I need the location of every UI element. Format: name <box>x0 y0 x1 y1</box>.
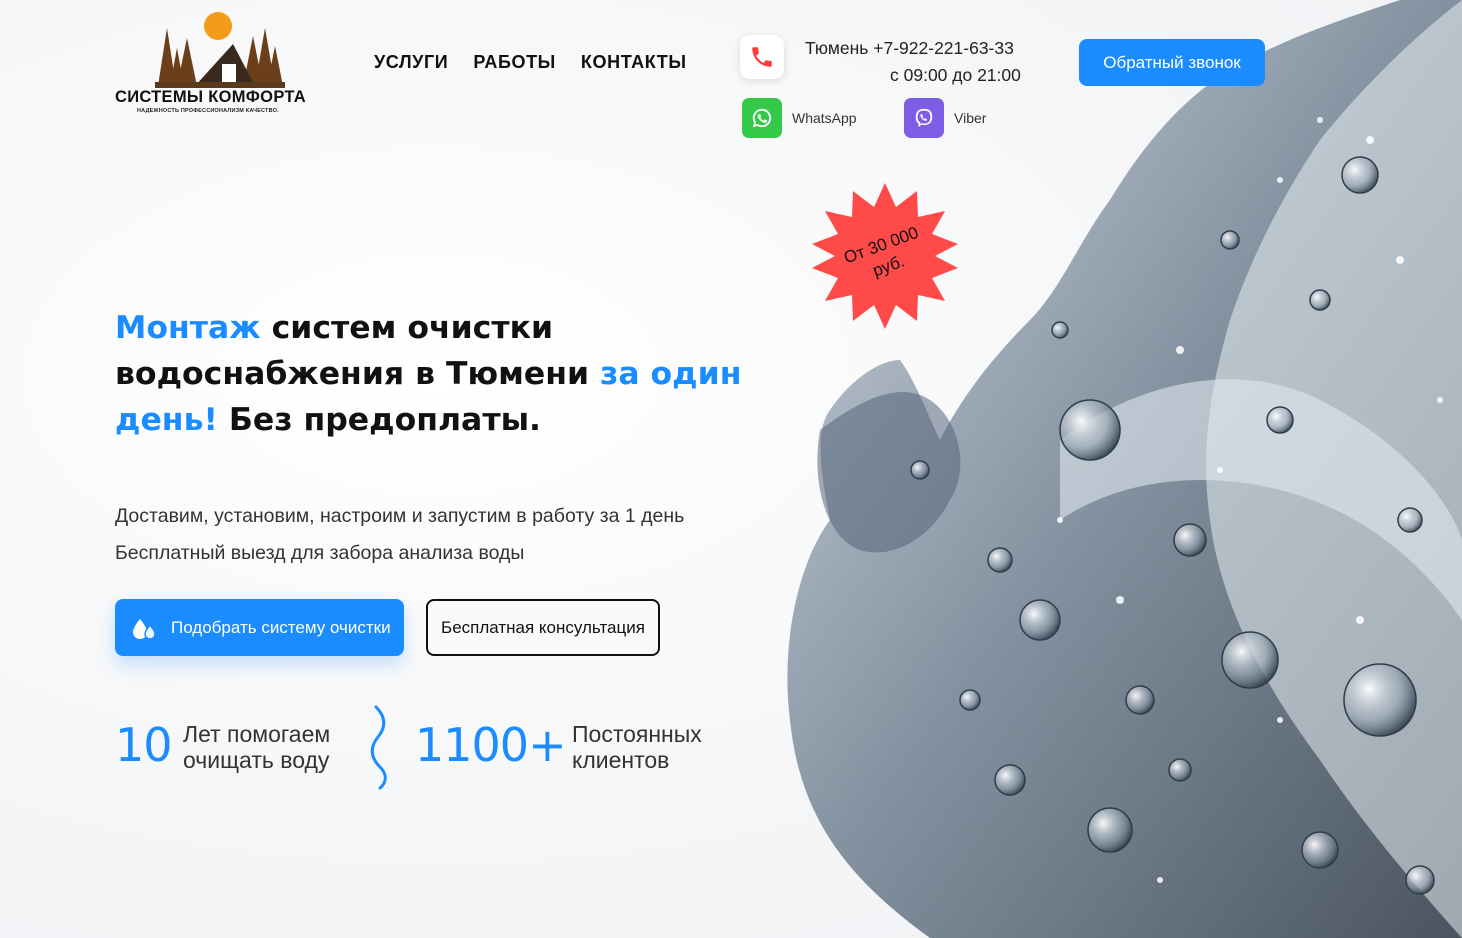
viber-label: Viber <box>954 110 987 126</box>
nav-item-services[interactable]: УСЛУГИ <box>374 52 448 73</box>
headline-text-2: Без предоплаты. <box>217 402 542 438</box>
stat-clients-value: 1100+ <box>415 718 567 772</box>
hero-description-1: Доставим, установим, настроим и запустим… <box>115 505 685 527</box>
select-system-button[interactable]: Подобрать систему очистки <box>115 599 404 656</box>
stat-years-value: 10 <box>115 718 173 772</box>
viber-link[interactable]: Viber <box>904 98 986 138</box>
squiggle-divider <box>370 705 387 790</box>
stat-clients-label: Постоянных клиентов <box>572 721 702 773</box>
free-consultation-button[interactable]: Бесплатная консультация <box>426 599 660 656</box>
landing-page: СИСТЕМЫ КОМФОРТА НАДЕЖНОСТЬ ПРОФЕССИОНАЛ… <box>0 0 1462 938</box>
logo-title: СИСТЕМЫ КОМФОРТА <box>115 88 306 106</box>
logo[interactable]: СИСТЕМЫ КОМФОРТА НАДЕЖНОСТЬ ПРОФЕССИОНАЛ… <box>115 8 320 118</box>
whatsapp-link[interactable]: WhatsApp <box>742 98 857 138</box>
whatsapp-icon <box>742 98 782 138</box>
callback-button[interactable]: Обратный звонок <box>1079 39 1265 86</box>
main-nav: УСЛУГИ РАБОТЫ КОНТАКТЫ <box>374 52 687 73</box>
nav-item-works[interactable]: РАБОТЫ <box>473 52 556 73</box>
water-splash-image <box>787 0 1462 938</box>
hero-description-2: Бесплатный выезд для забора анализа воды <box>115 542 525 564</box>
headline-accent-1: Монтаж <box>115 310 261 346</box>
nav-item-contacts[interactable]: КОНТАКТЫ <box>581 52 687 73</box>
hero-headline: Монтаж систем очистки водоснабжения в Тю… <box>115 305 835 443</box>
viber-icon <box>904 98 944 138</box>
water-drops-icon <box>133 618 156 640</box>
logo-house-trees-icon <box>155 12 285 88</box>
working-hours: с 09:00 до 21:00 <box>890 65 1021 85</box>
stat-years-label: Лет помогаем очищать воду <box>183 721 331 773</box>
city-phone[interactable]: Тюмень +7-922-221-63-33 <box>805 38 1014 59</box>
logo-subtitle: НАДЕЖНОСТЬ ПРОФЕССИОНАЛИЗМ КАЧЕСТВО. <box>137 108 279 114</box>
whatsapp-label: WhatsApp <box>792 110 857 126</box>
phone-icon[interactable] <box>740 35 784 79</box>
select-system-label: Подобрать систему очистки <box>171 617 391 637</box>
